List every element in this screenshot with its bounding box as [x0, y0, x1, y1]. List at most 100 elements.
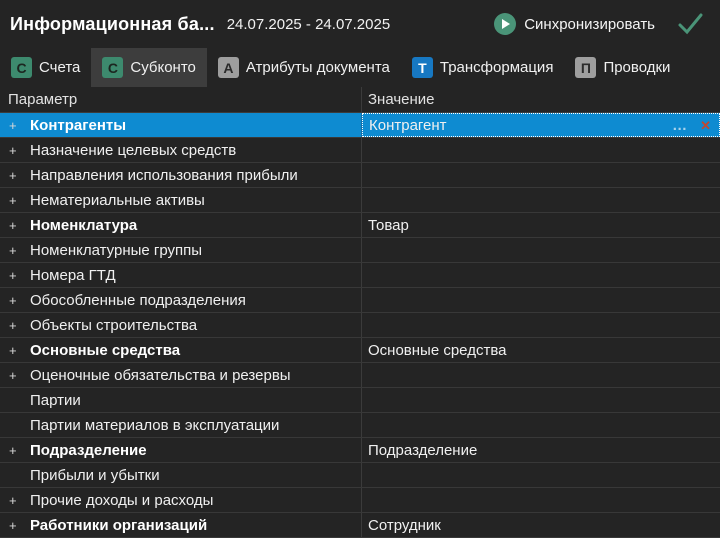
tab-postings[interactable]: П Проводки: [564, 48, 681, 87]
expand-icon[interactable]: +: [0, 168, 30, 183]
parameter-cell[interactable]: + Подразделение: [0, 438, 362, 462]
tab-letter-icon: А: [217, 57, 239, 78]
expand-icon[interactable]: +: [0, 443, 30, 458]
tab-doc-attributes[interactable]: А Атрибуты документа: [207, 48, 401, 87]
parameter-cell[interactable]: + Оценочные обязательства и резервы: [0, 363, 362, 387]
expand-icon[interactable]: +: [0, 318, 30, 333]
expand-icon[interactable]: +: [0, 218, 30, 233]
value-cell[interactable]: [362, 388, 720, 412]
parameter-label: Основные средства: [30, 341, 181, 359]
column-header-value: Значение: [368, 91, 435, 108]
tab-label: Субконто: [130, 59, 196, 76]
table-row[interactable]: + Номера ГТД: [0, 263, 720, 288]
value-text: Сотрудник: [368, 516, 441, 534]
parameter-cell[interactable]: + Объекты строительства: [0, 313, 362, 337]
ellipsis-button[interactable]: …: [672, 118, 688, 133]
value-cell-editing[interactable]: Контрагент … ✕: [362, 113, 720, 137]
parameter-cell[interactable]: + Контрагенты: [0, 113, 362, 137]
parameter-label: Партии: [30, 391, 81, 409]
parameter-label: Контрагенты: [30, 116, 127, 134]
table-row[interactable]: + Основные средства Основные средства: [0, 338, 720, 363]
parameter-cell[interactable]: + Номенклатура: [0, 213, 362, 237]
table-row[interactable]: + Нематериальные активы: [0, 188, 720, 213]
expand-icon[interactable]: +: [0, 293, 30, 308]
value-cell[interactable]: [362, 188, 720, 212]
parameters-table: Параметр Значение + Контрагенты Контрагент…: [0, 87, 720, 538]
table-row[interactable]: + Контрагенты Контрагент … ✕: [0, 113, 720, 138]
table-row[interactable]: + Назначение целевых средств: [0, 138, 720, 163]
expand-icon[interactable]: +: [0, 118, 30, 133]
tab-label: Счета: [39, 59, 81, 76]
parameter-label: Работники организаций: [30, 516, 208, 534]
column-header-parameter: Параметр: [0, 87, 362, 112]
parameter-label: Назначение целевых средств: [30, 141, 237, 159]
value-cell[interactable]: [362, 488, 720, 512]
parameter-label: Прочие доходы и расходы: [30, 491, 214, 509]
value-cell[interactable]: [362, 363, 720, 387]
table-row[interactable]: Прибыли и убытки: [0, 463, 720, 488]
table-row[interactable]: + Обособленные подразделения: [0, 288, 720, 313]
table-row[interactable]: Партии материалов в эксплуатации: [0, 413, 720, 438]
tab-accounts[interactable]: С Счета: [0, 48, 91, 87]
value-text: Товар: [368, 216, 409, 234]
parameter-cell[interactable]: + Основные средства: [0, 338, 362, 362]
value-cell[interactable]: [362, 463, 720, 487]
parameter-label: Объекты строительства: [30, 316, 198, 334]
expand-icon[interactable]: +: [0, 518, 30, 533]
expand-icon[interactable]: +: [0, 368, 30, 383]
value-cell[interactable]: [362, 263, 720, 287]
parameter-cell[interactable]: + Обособленные подразделения: [0, 288, 362, 312]
value-text: Контрагент: [369, 116, 447, 134]
parameter-cell[interactable]: + Прочие доходы и расходы: [0, 488, 362, 512]
value-cell[interactable]: [362, 288, 720, 312]
tab-transformation[interactable]: Т Трансформация: [401, 48, 565, 87]
expand-icon[interactable]: +: [0, 243, 30, 258]
value-cell[interactable]: [362, 238, 720, 262]
tab-bar: С Счета С Субконто А Атрибуты документа Т Транс…: [0, 48, 720, 87]
clear-value-icon[interactable]: ✕: [700, 119, 711, 132]
synchronize-label: Синхронизировать: [524, 15, 655, 33]
table-row[interactable]: + Номенклатура Товар: [0, 213, 720, 238]
check-icon[interactable]: [677, 11, 704, 37]
tab-letter-icon: С: [11, 57, 32, 78]
value-cell[interactable]: Сотрудник: [362, 513, 720, 537]
value-cell[interactable]: Подразделение: [362, 438, 720, 462]
parameter-label: Номера ГТД: [30, 266, 116, 284]
tab-letter-icon: Т: [411, 57, 433, 78]
page-title: Информационная ба...: [10, 13, 215, 34]
parameter-cell[interactable]: Прибыли и убытки: [0, 463, 362, 487]
value-cell[interactable]: [362, 313, 720, 337]
table-row[interactable]: + Номенклатурные группы: [0, 238, 720, 263]
expand-icon[interactable]: +: [0, 143, 30, 158]
parameter-cell[interactable]: + Направления использования прибыли: [0, 163, 362, 187]
play-icon: [494, 13, 517, 35]
tab-label: Атрибуты документа: [245, 59, 390, 76]
parameter-cell[interactable]: + Номера ГТД: [0, 263, 362, 287]
value-cell[interactable]: Товар: [362, 213, 720, 237]
table-row[interactable]: + Прочие доходы и расходы: [0, 488, 720, 513]
value-cell[interactable]: Основные средства: [362, 338, 720, 362]
value-cell[interactable]: [362, 138, 720, 162]
table-row[interactable]: + Работники организаций Сотрудник: [0, 513, 720, 538]
date-range: 24.07.2025 - 24.07.2025: [226, 15, 391, 33]
parameter-cell[interactable]: + Назначение целевых средств: [0, 138, 362, 162]
table-row[interactable]: Партии: [0, 388, 720, 413]
table-row[interactable]: + Оценочные обязательства и резервы: [0, 363, 720, 388]
value-cell[interactable]: [362, 163, 720, 187]
table-row[interactable]: + Объекты строительства: [0, 313, 720, 338]
parameter-cell[interactable]: + Работники организаций: [0, 513, 362, 537]
parameter-cell[interactable]: + Номенклатурные группы: [0, 238, 362, 262]
expand-icon[interactable]: +: [0, 268, 30, 283]
expand-icon[interactable]: +: [0, 193, 30, 208]
table-row[interactable]: + Подразделение Подразделение: [0, 438, 720, 463]
parameter-label: Направления использования прибыли: [30, 166, 298, 184]
parameter-cell[interactable]: Партии: [0, 388, 362, 412]
synchronize-button[interactable]: Синхронизировать: [494, 13, 655, 35]
parameter-cell[interactable]: + Нематериальные активы: [0, 188, 362, 212]
tab-subconto[interactable]: С Субконто: [91, 48, 207, 87]
table-row[interactable]: + Направления использования прибыли: [0, 163, 720, 188]
expand-icon[interactable]: +: [0, 343, 30, 358]
value-cell[interactable]: [362, 413, 720, 437]
parameter-cell[interactable]: Партии материалов в эксплуатации: [0, 413, 362, 437]
expand-icon[interactable]: +: [0, 493, 30, 508]
